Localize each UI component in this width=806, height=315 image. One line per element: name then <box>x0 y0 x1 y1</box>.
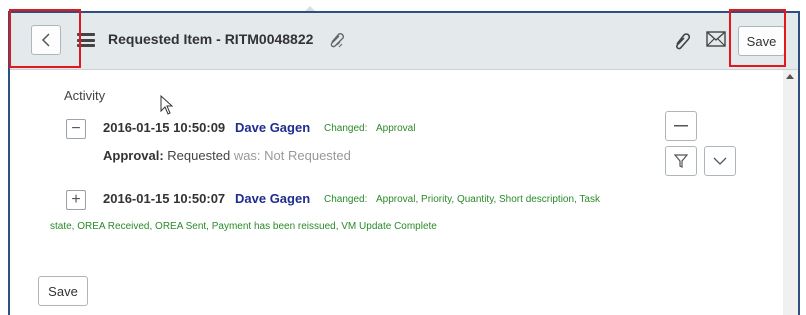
entry-user[interactable]: Dave Gagen <box>235 120 310 135</box>
filter-button[interactable] <box>665 146 697 176</box>
field-name: Approval: <box>103 148 164 163</box>
entry-changed-fields: Approval <box>376 123 416 134</box>
scrollbar[interactable] <box>783 70 798 315</box>
field-old-value: was: Not Requested <box>233 148 351 163</box>
page-title: Requested Item - RITM0048822 <box>108 31 314 47</box>
mouse-cursor-icon <box>160 95 174 115</box>
frame-right-border <box>798 12 800 315</box>
save-button-bottom[interactable]: Save <box>38 276 88 306</box>
entry-changed-fields-continued: state, OREA Received, OREA Sent, Payment… <box>50 221 437 232</box>
form-header: Requested Item - RITM0048822 Save <box>10 13 798 70</box>
entry-timestamp: 2016-01-15 10:50:07 <box>103 191 226 206</box>
filter-icon <box>674 154 688 168</box>
minus-icon <box>674 125 688 127</box>
collapse-entry-button[interactable]: − <box>66 119 86 139</box>
filter-dropdown-button[interactable] <box>704 146 736 176</box>
entry-changed-fields: Approval, Priority, Quantity, Short desc… <box>376 194 600 205</box>
highlight-back-button <box>9 9 81 68</box>
entry-user[interactable]: Dave Gagen <box>235 191 310 206</box>
paperclip-icon[interactable] <box>326 28 348 55</box>
highlight-save-button <box>729 9 786 67</box>
field-new-value: Requested <box>167 148 231 163</box>
scroll-up-arrow-icon[interactable] <box>786 74 794 79</box>
field-change-detail: Approval: Requested was: Not Requested <box>103 148 351 163</box>
entry-changed-label: Changed: <box>324 123 368 134</box>
entry-changed-label: Changed: <box>324 194 368 205</box>
chevron-down-icon <box>713 157 727 165</box>
collapse-all-button[interactable] <box>665 111 697 141</box>
activity-label: Activity <box>64 88 106 103</box>
outer-margin <box>0 0 8 315</box>
entry-timestamp: 2016-01-15 10:50:09 <box>103 120 226 135</box>
envelope-icon[interactable] <box>706 31 726 52</box>
attachment-icon[interactable] <box>672 29 692 56</box>
expand-entry-button[interactable]: + <box>66 190 86 210</box>
